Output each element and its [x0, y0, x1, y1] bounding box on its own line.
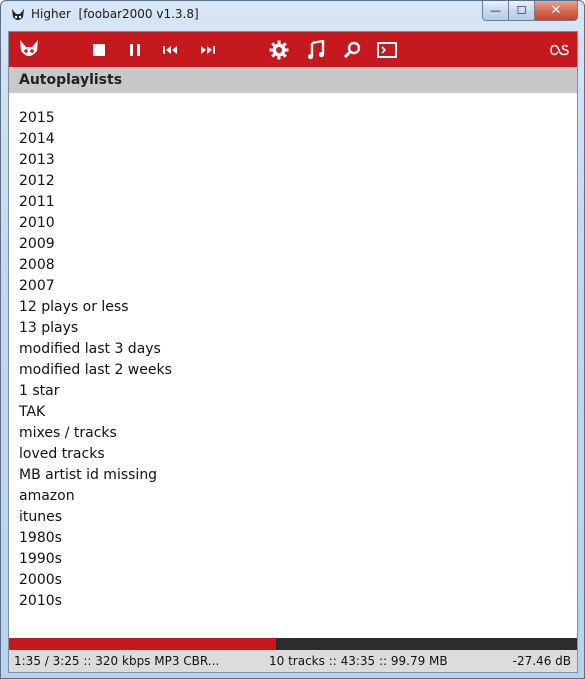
title-bar[interactable]: Higher [foobar2000 v1.3.8] — ☐ ✕ — [1, 1, 584, 31]
maximize-button[interactable]: ☐ — [508, 1, 534, 21]
list-item[interactable]: 2014 — [9, 129, 577, 150]
pause-icon[interactable] — [125, 32, 145, 67]
list-item[interactable]: 2010s — [9, 591, 577, 612]
lastfm-icon[interactable] — [549, 32, 571, 67]
seekbar-progress — [9, 638, 276, 650]
settings-icon[interactable] — [268, 32, 290, 67]
list-item[interactable]: 2000s — [9, 570, 577, 591]
list-item[interactable]: 2009 — [9, 234, 577, 255]
stop-icon[interactable] — [89, 32, 109, 67]
list-item[interactable]: modified last 2 weeks — [9, 360, 577, 381]
list-item[interactable]: MB artist id missing — [9, 465, 577, 486]
list-item[interactable]: 13 plays — [9, 318, 577, 339]
foobar-logo-icon[interactable] — [15, 32, 43, 67]
window-title: Higher [foobar2000 v1.3.8] — [31, 7, 199, 21]
status-playlist-info: 10 tracks :: 43:35 :: 99.79 MB — [269, 654, 448, 668]
previous-icon[interactable] — [160, 32, 182, 67]
console-icon[interactable] — [376, 32, 398, 67]
status-volume[interactable]: -27.46 dB — [513, 650, 571, 672]
list-item[interactable]: 12 plays or less — [9, 297, 577, 318]
list-item[interactable]: 2011 — [9, 192, 577, 213]
list-item[interactable]: 2013 — [9, 150, 577, 171]
list-item[interactable]: mixes / tracks — [9, 423, 577, 444]
foobar-app-icon — [12, 9, 24, 20]
client-area: Autoplaylists 2015 2014 2013 2012 2011 2010 20… — [8, 31, 578, 673]
toolbar — [9, 32, 577, 67]
search-icon[interactable] — [342, 32, 362, 67]
list-item[interactable]: 2012 — [9, 171, 577, 192]
close-button[interactable]: ✕ — [534, 1, 578, 21]
pane-header: Autoplaylists — [9, 67, 577, 93]
list-item[interactable]: itunes — [9, 507, 577, 528]
close-icon: ✕ — [550, 3, 562, 18]
minimize-button[interactable]: — — [482, 1, 508, 21]
list-item[interactable]: 2007 — [9, 276, 577, 297]
list-item[interactable]: 2010 — [9, 213, 577, 234]
list-item[interactable]: 1 star — [9, 381, 577, 402]
list-item[interactable]: 2008 — [9, 255, 577, 276]
app-window: Higher [foobar2000 v1.3.8] — ☐ ✕ Autopla… — [0, 0, 585, 679]
list-item[interactable]: 2015 — [9, 108, 577, 129]
maximize-icon: ☐ — [516, 4, 527, 17]
autoplaylist-list: 2015 2014 2013 2012 2011 2010 2009 2008 2007 12 p… — [9, 108, 577, 612]
next-icon[interactable] — [196, 32, 218, 67]
minimize-icon: — — [490, 4, 501, 17]
seekbar[interactable] — [9, 638, 577, 650]
list-item[interactable]: 1980s — [9, 528, 577, 549]
music-note-icon[interactable] — [305, 32, 327, 67]
list-item[interactable]: amazon — [9, 486, 577, 507]
window-controls: — ☐ ✕ — [482, 1, 578, 22]
list-item[interactable]: TAK — [9, 402, 577, 423]
list-item[interactable]: 1990s — [9, 549, 577, 570]
status-playback-info: 1:35 / 3:25 :: 320 kbps MP3 CBR... — [14, 654, 220, 668]
list-item[interactable]: loved tracks — [9, 444, 577, 465]
status-bar: 1:35 / 3:25 :: 320 kbps MP3 CBR... 10 tr… — [9, 650, 577, 672]
list-item[interactable]: modified last 3 days — [9, 339, 577, 360]
